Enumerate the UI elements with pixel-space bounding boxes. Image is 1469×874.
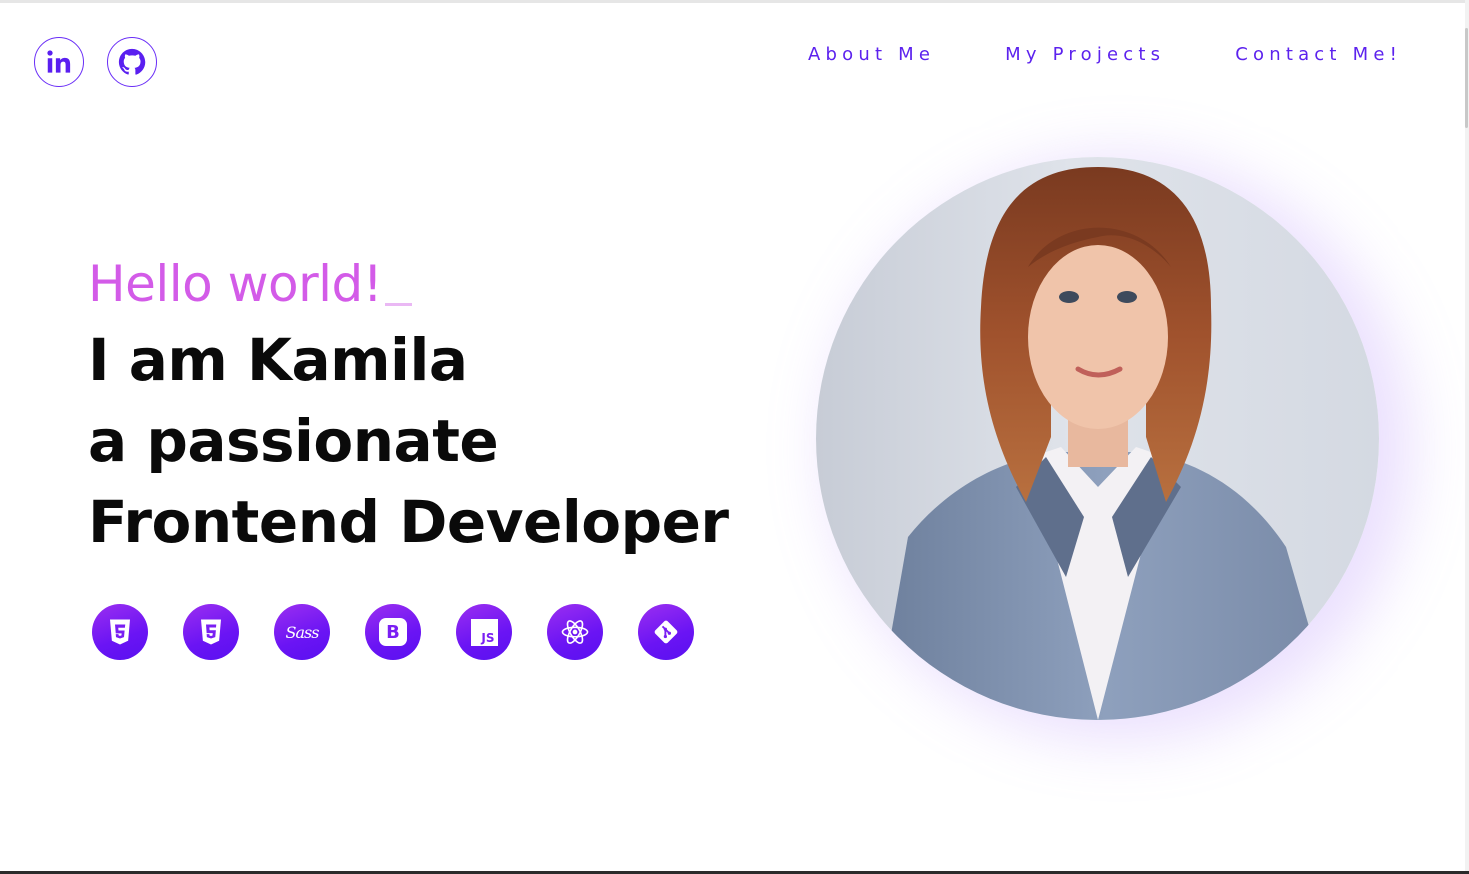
linkedin-link[interactable] xyxy=(34,37,84,87)
greeting: Hello world! xyxy=(88,252,729,316)
nav-my-projects[interactable]: My Projects xyxy=(1005,44,1165,65)
react-icon xyxy=(547,604,603,660)
top-border xyxy=(0,0,1469,3)
bootstrap-icon-tile: B xyxy=(379,618,407,646)
github-icon xyxy=(118,48,146,75)
javascript-icon-tile: JS xyxy=(470,618,498,646)
css3-icon xyxy=(183,604,239,660)
sass-icon-text: Sass xyxy=(285,622,320,642)
tech-stack: Sass B JS xyxy=(92,604,694,660)
hero-line-role: Frontend Developer xyxy=(88,488,729,556)
javascript-icon: JS xyxy=(456,604,512,660)
hero-line-passion: a passionate xyxy=(88,407,499,475)
bootstrap-icon: B xyxy=(365,604,421,660)
hero-line-name: I am Kamila xyxy=(88,326,468,394)
hero-text: Hello world! I am Kamila a passionate Fr… xyxy=(88,252,729,563)
linkedin-icon xyxy=(47,50,71,73)
typing-cursor xyxy=(385,303,413,306)
nav-about-me[interactable]: About Me xyxy=(808,44,935,65)
scrollbar-track[interactable] xyxy=(1465,0,1469,874)
github-link[interactable] xyxy=(107,37,157,87)
main-nav: About Me My Projects Contact Me! xyxy=(808,44,1402,65)
html5-icon xyxy=(92,604,148,660)
profile-photo xyxy=(816,157,1379,720)
greeting-text: Hello world! xyxy=(88,255,383,313)
nav-contact-me[interactable]: Contact Me! xyxy=(1235,44,1402,65)
bootstrap-icon-text: B xyxy=(386,621,400,643)
sass-icon: Sass xyxy=(274,604,330,660)
portrait-illustration xyxy=(876,167,1336,720)
scrollbar-thumb[interactable] xyxy=(1465,28,1468,128)
social-links xyxy=(34,37,157,87)
git-icon xyxy=(638,604,694,660)
javascript-icon-text: JS xyxy=(481,630,495,645)
